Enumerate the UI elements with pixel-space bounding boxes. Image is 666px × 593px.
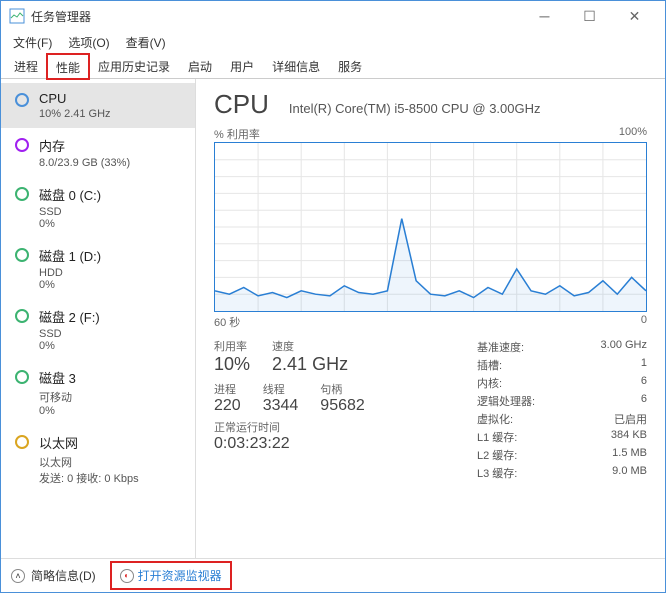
chart-y-label: % 利用率	[214, 126, 260, 142]
disk-icon	[15, 370, 29, 384]
sidebar-item-disk-3[interactable]: 磁盘 1 (D:) HDD 0%	[1, 238, 195, 299]
spec-value: 1	[641, 357, 647, 373]
fewer-details-button[interactable]: ˄ 简略信息(D)	[11, 567, 96, 584]
tab-services[interactable]: 服务	[329, 53, 371, 78]
spec-value: 3.00 GHz	[601, 339, 647, 355]
spec-value: 384 KB	[611, 429, 647, 445]
tab-users[interactable]: 用户	[221, 53, 263, 78]
main-panel: CPU Intel(R) Core(TM) i5-8500 CPU @ 3.00…	[196, 79, 665, 558]
tab-startup[interactable]: 启动	[179, 53, 221, 78]
open-resource-monitor-link[interactable]: ◐ 打开资源监视器	[114, 565, 228, 586]
resource-monitor-icon: ◐	[120, 569, 134, 583]
chart-x-left: 60 秒	[214, 314, 240, 330]
tab-bar: 进程 性能 应用历史记录 启动 用户 详细信息 服务	[1, 53, 665, 79]
mem-icon	[15, 138, 29, 152]
disk-icon	[15, 309, 29, 323]
stat-value: 95682	[320, 397, 365, 415]
stat-value: 3344	[263, 397, 299, 415]
sidebar: CPU 10% 2.41 GHz 内存 8.0/23.9 GB (33%) 磁盘…	[1, 79, 196, 558]
spec-value: 1.5 MB	[612, 447, 647, 463]
panel-title: CPU	[214, 89, 269, 120]
tab-processes[interactable]: 进程	[5, 53, 47, 78]
sidebar-item-disk-2[interactable]: 磁盘 0 (C:) SSD 0%	[1, 177, 195, 238]
chart-x-right: 0	[641, 314, 647, 330]
uptime-value: 0:03:23:22	[214, 435, 477, 453]
cpu-chart	[214, 142, 647, 312]
title-bar: 任务管理器 ─ ☐ ✕	[1, 1, 665, 31]
spec-value: 9.0 MB	[612, 465, 647, 481]
sidebar-item-disk-5[interactable]: 磁盘 3 可移动 0%	[1, 360, 195, 425]
app-icon	[9, 8, 25, 24]
sidebar-item-mem-1[interactable]: 内存 8.0/23.9 GB (33%)	[1, 128, 195, 177]
spec-value: 已启用	[614, 411, 647, 427]
chevron-up-icon: ˄	[11, 569, 25, 583]
tab-performance[interactable]: 性能	[47, 54, 89, 79]
maximize-button[interactable]: ☐	[567, 1, 612, 31]
chart-y-max: 100%	[619, 126, 647, 142]
sidebar-item-disk-4[interactable]: 磁盘 2 (F:) SSD 0%	[1, 299, 195, 360]
spec-value: 6	[641, 375, 647, 391]
tab-details[interactable]: 详细信息	[263, 53, 329, 78]
stat-value: 220	[214, 397, 241, 415]
net-icon	[15, 435, 29, 449]
menu-file[interactable]: 文件(F)	[5, 32, 60, 53]
uptime-label: 正常运行时间	[214, 419, 477, 435]
disk-icon	[15, 248, 29, 262]
stat-value: 10%	[214, 354, 250, 375]
close-button[interactable]: ✕	[612, 1, 657, 31]
sidebar-item-net-6[interactable]: 以太网 以太网 发送: 0 接收: 0 Kbps	[1, 425, 195, 494]
tab-app-history[interactable]: 应用历史记录	[89, 53, 179, 78]
window-title: 任务管理器	[31, 8, 522, 25]
panel-subtitle: Intel(R) Core(TM) i5-8500 CPU @ 3.00GHz	[289, 101, 541, 116]
footer: ˄ 简略信息(D) ◐ 打开资源监视器	[1, 558, 665, 592]
minimize-button[interactable]: ─	[522, 1, 567, 31]
cpu-icon	[15, 93, 29, 107]
sidebar-item-cpu-0[interactable]: CPU 10% 2.41 GHz	[1, 83, 195, 128]
disk-icon	[15, 187, 29, 201]
stat-value: 2.41 GHz	[272, 354, 348, 375]
menu-bar: 文件(F) 选项(O) 查看(V)	[1, 31, 665, 53]
spec-value: 6	[641, 393, 647, 409]
menu-options[interactable]: 选项(O)	[60, 32, 117, 53]
menu-view[interactable]: 查看(V)	[118, 32, 174, 53]
